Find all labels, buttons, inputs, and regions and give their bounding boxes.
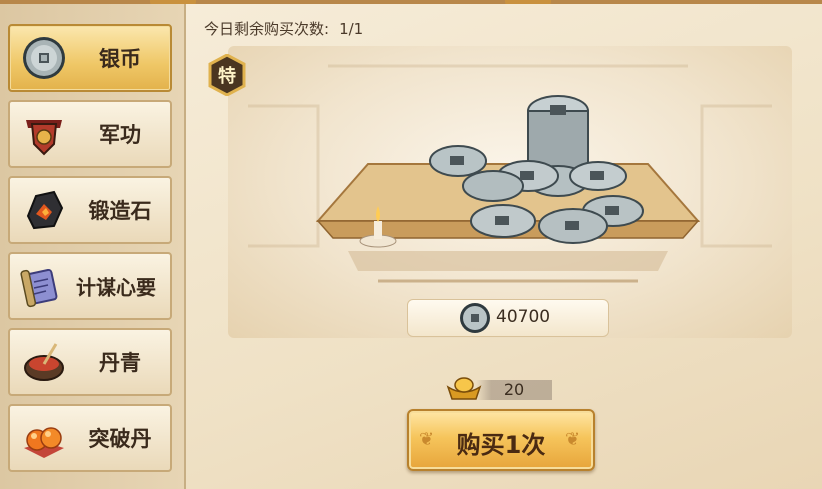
forging-stone-icon bbox=[20, 186, 68, 234]
breakthrough-pill-icon bbox=[20, 414, 68, 462]
buy-once-button[interactable]: ❦ 购买1次 ❦ bbox=[407, 409, 595, 471]
tab-label: 锻造石 bbox=[88, 199, 152, 223]
tab-label: 军功 bbox=[99, 123, 141, 147]
tab-label: 突破丹 bbox=[88, 427, 152, 451]
silver-coin-pile-illustration bbox=[248, 64, 772, 283]
category-sidebar: 银币 军功 锻造石 计谋心要 丹青 突破丹 bbox=[0, 4, 186, 489]
tab-breakthrough-pill[interactable]: 突破丹 bbox=[8, 404, 172, 472]
silver-coin-icon bbox=[458, 301, 492, 335]
tab-label: 银币 bbox=[99, 47, 141, 71]
military-merit-icon bbox=[20, 110, 68, 158]
cost-value: 20 bbox=[503, 380, 525, 399]
remaining-purchases: 今日剩余购买次数: 1/1 bbox=[204, 18, 363, 39]
remaining-purchases-label: 今日剩余购买次数: bbox=[204, 20, 330, 38]
tab-strategy-essentials[interactable]: 计谋心要 bbox=[8, 252, 172, 320]
tab-military-merit[interactable]: 军功 bbox=[8, 100, 172, 168]
tab-painting[interactable]: 丹青 bbox=[8, 328, 172, 396]
strategy-scroll-icon bbox=[16, 262, 64, 310]
reward-amount-box: 40700 bbox=[407, 299, 609, 337]
tab-forging-stone[interactable]: 锻造石 bbox=[8, 176, 172, 244]
silver-coin-icon bbox=[20, 34, 68, 82]
cloud-ornament-icon: ❦ bbox=[565, 429, 581, 450]
shop-panel: 今日剩余购买次数: 1/1 特 40700 20 ❦ 购买1次 ❦ bbox=[186, 4, 822, 489]
purchase-cost: 20 bbox=[446, 377, 556, 403]
tab-silver-coin[interactable]: 银币 bbox=[8, 24, 172, 92]
special-offer-badge: 特 bbox=[208, 53, 246, 97]
paint-bowl-icon bbox=[20, 338, 68, 386]
tab-label: 计谋心要 bbox=[76, 275, 156, 300]
item-showcase bbox=[228, 46, 792, 338]
remaining-purchases-value: 1/1 bbox=[339, 20, 364, 38]
tab-label: 丹青 bbox=[99, 351, 141, 375]
reward-amount: 40700 bbox=[496, 307, 551, 327]
special-offer-text: 特 bbox=[218, 66, 236, 87]
